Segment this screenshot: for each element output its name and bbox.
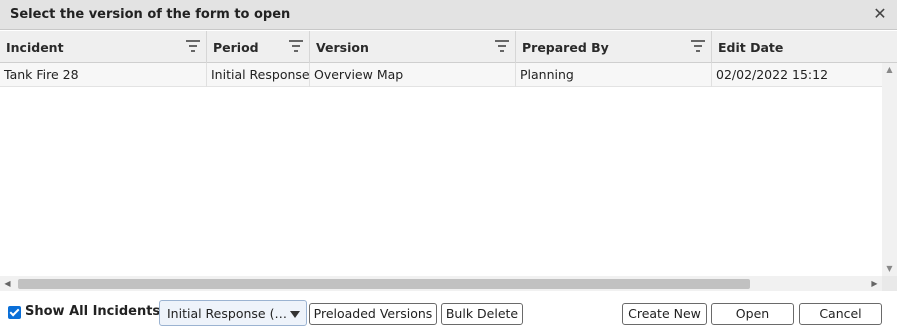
dialog-footer: Show All Incidents Initial Response (… P… xyxy=(0,292,897,330)
scroll-down-icon[interactable]: ▼ xyxy=(882,262,897,276)
scrollbar-corner xyxy=(882,276,897,291)
cell-period: Initial Response xyxy=(207,63,310,87)
column-header-edit-date[interactable]: Edit Date xyxy=(712,31,882,63)
filter-icon[interactable] xyxy=(289,40,303,52)
cell-prepared-by: Planning xyxy=(516,63,712,87)
column-header-label: Incident xyxy=(6,40,64,55)
column-header-prepared-by[interactable]: Prepared By xyxy=(516,31,712,63)
cell-edit-date: 02/02/2022 15:12 xyxy=(716,67,829,82)
column-header-label: Version xyxy=(316,40,369,55)
header-corner xyxy=(882,31,897,63)
filter-icon[interactable] xyxy=(691,40,705,52)
filter-icon[interactable] xyxy=(186,40,200,52)
column-header-label: Prepared By xyxy=(522,40,609,55)
create-new-button[interactable]: Create New xyxy=(622,303,707,325)
scroll-up-icon[interactable]: ▲ xyxy=(882,63,897,77)
grid-header: Incident Period Version Prepared By Edit… xyxy=(0,31,882,63)
column-header-period[interactable]: Period xyxy=(207,31,310,63)
vertical-scrollbar[interactable]: ▲ ▼ xyxy=(882,63,897,276)
column-header-label: Edit Date xyxy=(718,40,784,55)
cancel-button[interactable]: Cancel xyxy=(799,303,882,325)
cell-incident: Tank Fire 28 xyxy=(0,63,207,87)
show-all-incidents-checkbox[interactable] xyxy=(8,306,21,319)
chevron-down-icon xyxy=(290,311,300,318)
close-icon[interactable]: ✕ xyxy=(871,5,889,23)
scroll-left-icon[interactable]: ◀ xyxy=(0,276,15,291)
dialog-title-bar: Select the version of the form to open ✕ xyxy=(0,0,897,30)
period-select-value: Initial Response (… xyxy=(167,306,287,321)
show-all-incidents-label[interactable]: Show All Incidents xyxy=(25,304,160,319)
cell-version: Overview Map xyxy=(310,63,516,87)
horizontal-scroll-thumb[interactable] xyxy=(18,279,750,289)
dialog-title: Select the version of the form to open xyxy=(10,7,291,22)
column-header-incident[interactable]: Incident xyxy=(0,31,207,63)
period-select[interactable]: Initial Response (… xyxy=(159,300,307,326)
horizontal-scrollbar[interactable]: ◀ ▶ xyxy=(0,276,882,291)
filter-icon[interactable] xyxy=(495,40,509,52)
table-row[interactable]: Tank Fire 28 Initial Response Overview M… xyxy=(0,63,882,87)
open-button[interactable]: Open xyxy=(711,303,794,325)
scroll-right-icon[interactable]: ▶ xyxy=(867,276,882,291)
bulk-delete-button[interactable]: Bulk Delete xyxy=(441,303,523,325)
column-header-label: Period xyxy=(213,40,259,55)
preloaded-versions-button[interactable]: Preloaded Versions xyxy=(309,303,437,325)
column-header-version[interactable]: Version xyxy=(310,31,516,63)
versions-grid: Incident Period Version Prepared By Edit… xyxy=(0,31,897,291)
